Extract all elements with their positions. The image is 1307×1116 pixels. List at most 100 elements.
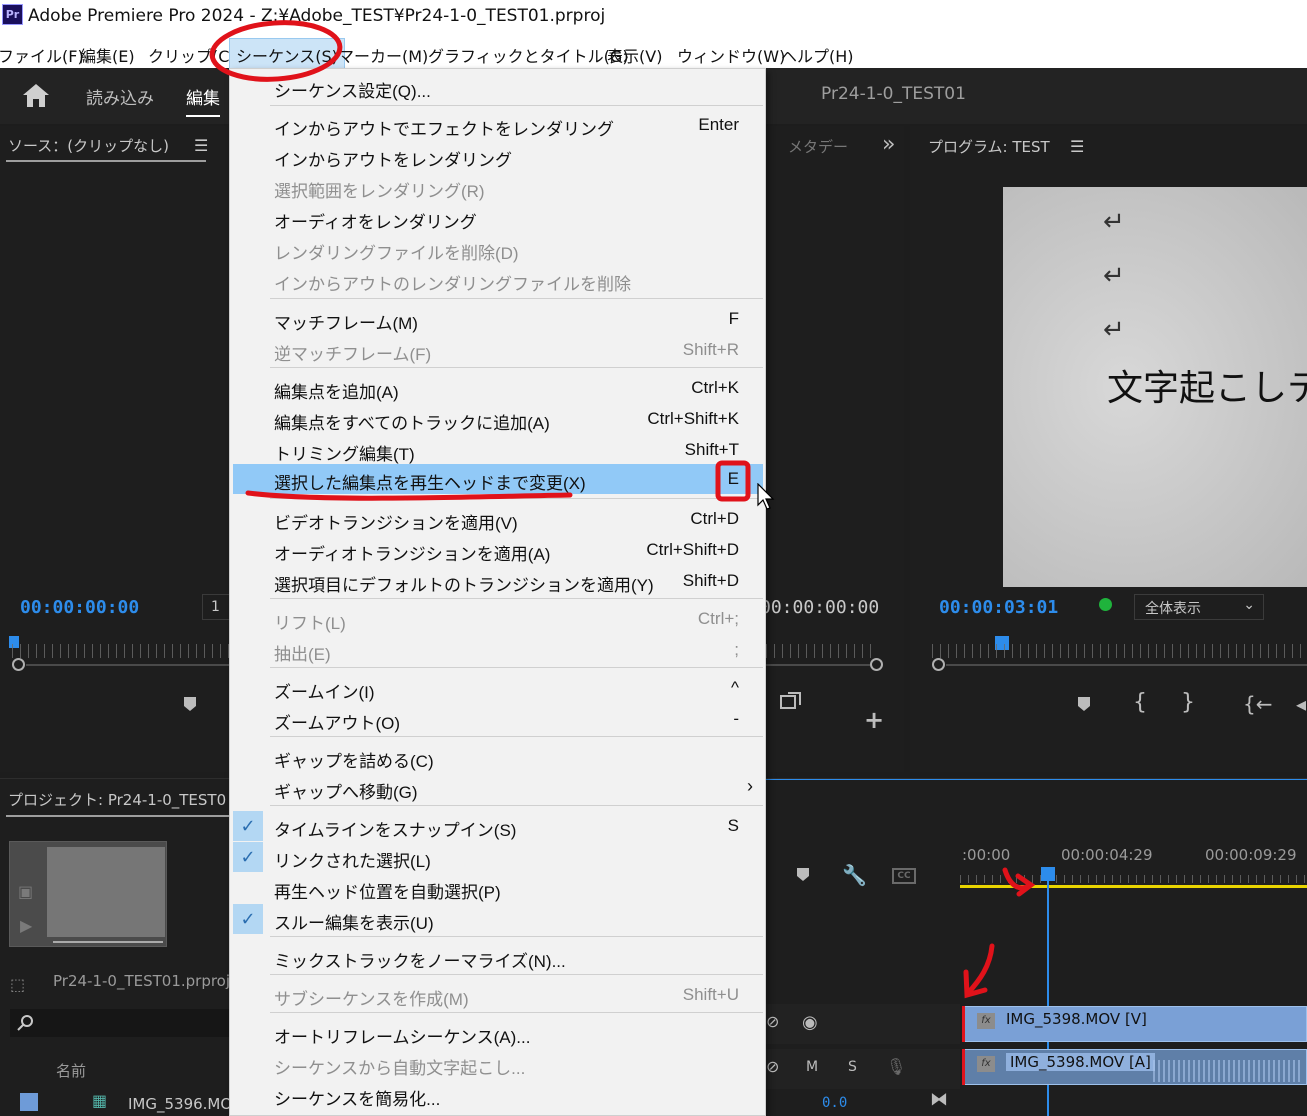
center-zoom-handle[interactable]	[870, 658, 883, 671]
edit-point-marker[interactable]	[962, 1006, 965, 1042]
program-zoom-handle[interactable]	[932, 658, 945, 671]
menu-item-snap-timeline[interactable]: ✓ タイムラインをスナップイン(S) S	[233, 811, 763, 841]
video-track-header: ⊘ ◉	[766, 1004, 960, 1044]
program-panel-title[interactable]: プログラム: TEST	[928, 136, 1050, 157]
eye-icon[interactable]: ◉	[802, 1012, 818, 1033]
audio-clip[interactable]: fx IMG_5398.MOV [A]	[962, 1049, 1307, 1085]
sync-lock-icon[interactable]: ⊘	[766, 1057, 779, 1076]
menu-item-delete-render-files[interactable]: レンダリングファイルを削除(D)	[233, 234, 763, 264]
menu-item-label: ギャップへ移動(G)	[274, 783, 418, 802]
step-back-icon[interactable]: ◂	[1296, 692, 1306, 716]
folder-up-icon[interactable]: ⬚	[10, 975, 25, 994]
menu-item-zoom-out[interactable]: ズームアウト(O) -	[233, 704, 763, 734]
menu-item-label: サブシーケンスを作成(M)	[274, 990, 469, 1009]
menu-item-add-edit[interactable]: 編集点を追加(A) Ctrl+K	[233, 373, 763, 403]
thumbnail-scrub-bar[interactable]	[53, 941, 163, 943]
add-button-icon[interactable]: +	[864, 706, 884, 734]
menu-item-lift[interactable]: リフト(L) Ctrl+;	[233, 604, 763, 634]
program-zoom-select[interactable]: 全体表示 ⌄	[1134, 594, 1264, 620]
audio-track-header: ⊘ M S 🎙	[766, 1049, 960, 1089]
source-zoom-handle[interactable]	[12, 658, 25, 671]
go-to-in-icon[interactable]: {←	[1243, 692, 1272, 716]
menu-item-render-audio[interactable]: オーディオをレンダリング	[233, 203, 763, 233]
menu-clip[interactable]: クリップ(C)	[148, 43, 236, 67]
video-clip[interactable]: fx IMG_5398.MOV [V]	[962, 1006, 1307, 1042]
project-panel-title[interactable]: プロジェクト: Pr24-1-0_TEST0	[8, 789, 226, 810]
center-scrollbar[interactable]	[766, 664, 870, 666]
menu-item-simplify-sequence[interactable]: シーケンスを簡易化...	[233, 1080, 763, 1110]
label-color-swatch[interactable]	[20, 1093, 38, 1111]
menu-item-linked-selection[interactable]: ✓ リンクされた選択(L)	[233, 842, 763, 872]
menu-item-label: ズームアウト(O)	[274, 714, 401, 733]
mark-in-icon[interactable]: {	[1133, 690, 1147, 715]
menu-item-auto-reframe[interactable]: オートリフレームシーケンス(A)...	[233, 1018, 763, 1048]
project-item-name[interactable]: IMG_5396.MOV	[128, 1095, 242, 1113]
sync-lock-icon[interactable]: ⊘	[766, 1012, 779, 1031]
project-search-input[interactable]	[10, 1009, 229, 1037]
menu-item-match-frame[interactable]: マッチフレーム(M) F	[233, 304, 763, 334]
export-frame-icon[interactable]	[778, 690, 804, 714]
solo-button[interactable]: S	[848, 1059, 857, 1075]
menu-item-show-through-edits[interactable]: ✓ スルー編集を表示(U)	[233, 904, 763, 934]
menu-item-render-selection[interactable]: 選択範囲をレンダリング(R)	[233, 172, 763, 202]
edit-point-marker[interactable]	[962, 1049, 965, 1085]
menu-item-label: タイムラインをスナップイン(S)	[274, 821, 517, 840]
wrench-icon[interactable]: 🔧	[842, 863, 867, 887]
master-volume-value[interactable]: 0.0	[822, 1095, 847, 1111]
tab-import[interactable]: 読み込み	[86, 84, 154, 109]
microphone-icon[interactable]: 🎙	[886, 1057, 906, 1076]
menu-item-render-in-out[interactable]: インからアウトをレンダリング	[233, 141, 763, 171]
menu-sequence[interactable]: シーケンス(S)	[229, 38, 345, 72]
menu-item-reverse-match-frame[interactable]: 逆マッチフレーム(F) Shift+R	[233, 335, 763, 365]
menu-help[interactable]: ヘルプ(H)	[781, 43, 854, 67]
menu-item-extract[interactable]: 抽出(E);	[233, 635, 763, 665]
panel-menu-icon[interactable]: ☰	[1070, 137, 1084, 156]
menu-graphics[interactable]: グラフィックとタイトル(G)	[428, 43, 629, 67]
metadata-tab[interactable]: メタデー	[788, 136, 848, 157]
menu-item-apply-default-transition[interactable]: 選択項目にデフォルトのトランジションを適用(Y) Shift+D	[233, 566, 763, 596]
menu-item-label: 選択項目にデフォルトのトランジションを適用(Y)	[274, 576, 654, 595]
menu-item-auto-select-playhead[interactable]: 再生ヘッド位置を自動選択(P)	[233, 873, 763, 903]
mute-button[interactable]: M	[806, 1059, 818, 1075]
project-thumbnail[interactable]: ▣ ▶	[9, 841, 167, 947]
menu-item-zoom-in[interactable]: ズームイン(I) ^	[233, 673, 763, 703]
mark-out-icon[interactable]: }	[1181, 690, 1195, 715]
program-timecode[interactable]: 00:00:03:01	[939, 597, 1058, 618]
panel-menu-icon[interactable]: ☰	[194, 136, 208, 155]
add-marker-icon[interactable]	[796, 867, 810, 883]
menu-item-sequence-settings[interactable]: シーケンス設定(Q)...	[233, 72, 763, 102]
program-scrollbar[interactable]	[946, 664, 1307, 666]
source-timecode[interactable]: 00:00:00:00	[20, 597, 139, 618]
captions-icon[interactable]: CC	[892, 868, 916, 884]
menu-item-delete-in-out-render[interactable]: インからアウトのレンダリングファイルを削除	[233, 265, 763, 295]
menu-item-trim-edit[interactable]: トリミング編集(T) Shift+T	[233, 435, 763, 465]
menu-item-render-effects[interactable]: インからアウトでエフェクトをレンダリング Enter	[233, 110, 763, 140]
add-marker-icon[interactable]	[1076, 696, 1092, 712]
menu-item-apply-audio-transition[interactable]: オーディオトランジションを適用(A) Ctrl+Shift+D	[233, 535, 763, 565]
source-panel-title[interactable]: ソース：(クリップなし)	[8, 135, 169, 156]
menu-item-go-to-gap[interactable]: ギャップへ移動(G) ›	[233, 773, 763, 803]
tab-edit[interactable]: 編集	[186, 84, 220, 117]
menu-item-extend-edit-to-playhead[interactable]: 選択した編集点を再生ヘッドまで変更(X) E	[233, 464, 763, 494]
menu-window[interactable]: ウィンドウ(W)	[677, 43, 785, 67]
work-area-bar[interactable]	[960, 885, 1307, 888]
menu-item-label: マッチフレーム(M)	[274, 314, 418, 333]
source-zoom-select[interactable]: 1	[202, 594, 232, 620]
go-to-end-icon[interactable]: ⧓	[930, 1089, 948, 1110]
column-header-name[interactable]: 名前	[56, 1060, 86, 1081]
menu-item-apply-video-transition[interactable]: ビデオトランジションを適用(V) Ctrl+D	[233, 504, 763, 534]
source-scrollbar[interactable]	[26, 664, 229, 666]
menu-item-add-edit-all-tracks[interactable]: 編集点をすべてのトラックに追加(A) Ctrl+Shift+K	[233, 404, 763, 434]
play-icon[interactable]: ▶	[20, 916, 32, 935]
menu-file[interactable]: ファイル(F)	[0, 43, 84, 67]
add-marker-icon[interactable]	[182, 696, 198, 712]
menu-view[interactable]: 表示(V)	[607, 43, 662, 67]
home-icon[interactable]	[22, 82, 50, 108]
menu-item-normalize-mix-track[interactable]: ミックストラックをノーマライズ(N)...	[233, 942, 763, 972]
menu-item-make-subsequence[interactable]: サブシーケンスを作成(M) Shift+U	[233, 980, 763, 1010]
menu-edit[interactable]: 編集(E)	[80, 43, 135, 67]
more-panels-icon[interactable]: »	[882, 132, 895, 157]
menu-item-auto-transcribe[interactable]: シーケンスから自動文字起こし...	[233, 1049, 763, 1079]
menu-marker[interactable]: マーカー(M)	[338, 43, 428, 67]
menu-item-close-gap[interactable]: ギャップを詰める(C)	[233, 742, 763, 772]
